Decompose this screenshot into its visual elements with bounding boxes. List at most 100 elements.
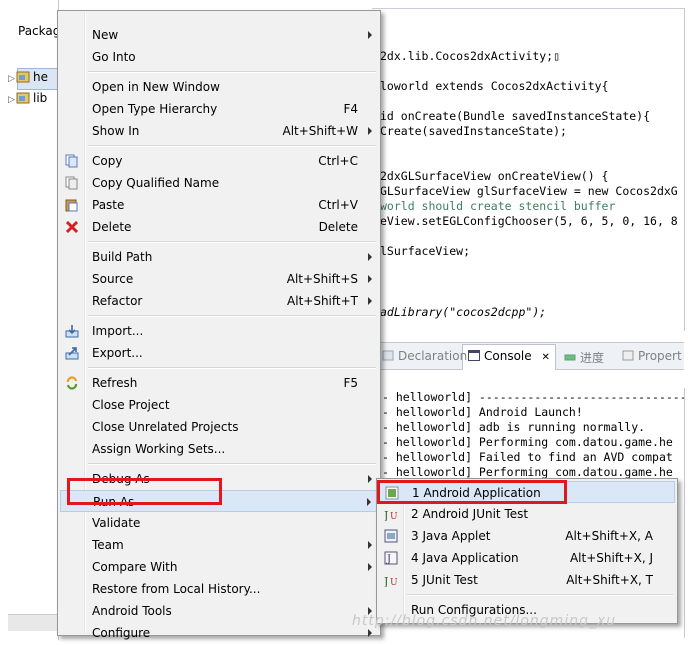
menu-item-source[interactable]: Source Alt+Shift+S [60,268,378,290]
menu-item-paste[interactable]: Paste Ctrl+V [60,194,378,216]
svg-text:J: J [384,509,388,521]
menu-item-copy-qualified-name[interactable]: Copy Qualified Name [60,172,378,194]
declaration-icon [382,350,394,361]
tree-item-label: lib [33,91,48,105]
menu-item-label: Import... [92,324,144,338]
menu-item-team[interactable]: Team [60,534,378,556]
menu-separator [88,71,376,73]
paste-icon [65,198,79,212]
menu-item-label: Open in New Window [92,80,220,94]
code-line: Create(savedInstanceState); [380,124,567,138]
menu-item-import[interactable]: Import... [60,320,378,342]
menu-item-label: Compare With [92,560,178,574]
menu-item-refactor[interactable]: Refactor Alt+Shift+T [60,290,378,312]
menu-item-delete[interactable]: Delete Delete [60,216,378,238]
submenu-item-label: 3 Java Applet [411,529,491,543]
console-line: - helloworld] --------------------------… [382,390,685,404]
menu-item-build-path[interactable]: Build Path [60,246,378,268]
package-explorer-title: Packag [18,24,61,38]
code-line: 2dxGLSurfaceView onCreateView() { [380,169,609,183]
menu-separator [88,367,376,369]
console-line: - helloworld] adb is running normally. [382,420,646,434]
menu-item-label: Show In [92,124,140,138]
expand-arrow-icon[interactable]: ▷ [8,95,16,105]
views-tab-bar: Declaration Console ✕ 进度 Propert [372,342,684,370]
submenu-item-2-android-junit-test[interactable]: JU 2 Android JUnit Test [379,503,675,525]
tab-declaration[interactable]: Declaration [382,349,467,363]
code-line: loworld extends Cocos2dxActivity{ [380,79,609,93]
close-icon[interactable]: ✕ [541,352,549,363]
code-line: eView.setEGLConfigChooser(5, 6, 5, 0, 16… [380,214,678,228]
submenu-item-3-java-applet[interactable]: 3 Java Applet Alt+Shift+X, A [379,525,675,547]
menu-item-new[interactable]: New [60,24,378,46]
watermark: http://blog.csdn.net/longming_xu [352,613,617,629]
submenu-arrow-icon [368,31,372,39]
annotation-box-run-as [67,478,222,505]
code-editor[interactable]: 2dx.lib.Cocos2dxActivity;▯ loworld exten… [372,8,685,331]
horizontal-scrollbar[interactable] [8,614,58,631]
copy-qualified-icon [65,176,79,190]
menu-item-show-in[interactable]: Show In Alt+Shift+W [60,120,378,142]
project-icon [16,92,30,104]
tab-properties[interactable]: Propert [622,349,682,363]
refresh-icon [65,376,79,390]
menu-item-label: Team [92,538,124,552]
copy-icon [65,154,79,168]
tree-item-project[interactable]: ▷ he [8,70,48,84]
menu-item-copy[interactable]: Copy Ctrl+C [60,150,378,172]
menu-separator [88,315,376,317]
menu-item-shortcut: F4 [343,102,358,116]
menu-item-go-into[interactable]: Go Into [60,46,378,68]
console-icon [468,350,480,361]
tab-progress[interactable]: 进度 [564,349,604,366]
menu-item-assign-working-sets[interactable]: Assign Working Sets... [60,438,378,460]
menu-separator [88,241,376,243]
menu-item-shortcut: Ctrl+C [318,154,358,168]
menu-item-label: Copy [92,154,123,168]
tree-item-label: he [33,70,48,84]
menu-separator [88,463,376,465]
menu-item-label: Refresh [92,376,138,390]
menu-item-shortcut: F5 [343,376,358,390]
tab-console[interactable]: Console ✕ [468,349,550,363]
menu-item-label: Copy Qualified Name [92,176,220,190]
delete-icon [65,220,79,234]
menu-item-label: Configure [92,626,151,640]
menu-item-export[interactable]: Export... [60,342,378,364]
menu-item-label: Delete [92,220,132,234]
code-comment-line: world should create stencil buffer [380,199,616,213]
menu-item-configure[interactable]: Configure [60,622,378,644]
submenu-item-shortcut: Alt+Shift+X, A [565,529,653,543]
menu-item-open-in-new-window[interactable]: Open in New Window [60,76,378,98]
submenu-arrow-icon [368,629,372,637]
menu-item-label: Paste [92,198,125,212]
tree-item-library[interactable]: ▷ lib [8,91,47,105]
submenu-item-4-java-application[interactable]: J 4 Java Application Alt+Shift+X, J [379,547,675,569]
menu-item-shortcut: Alt+Shift+W [282,124,359,138]
menu-item-android-tools[interactable]: Android Tools [60,600,378,622]
annotation-box-android-application [377,480,567,504]
svg-text:U: U [390,512,398,521]
menu-item-label: New [92,28,119,42]
svg-text:U: U [390,578,398,587]
expand-arrow-icon[interactable]: ▷ [8,74,16,84]
submenu-item-5-junit-test[interactable]: JU 5 JUnit Test Alt+Shift+X, T [379,569,675,591]
junit-icon: JU [383,573,398,588]
menu-item-label: Close Project [92,398,170,412]
menu-item-close-project[interactable]: Close Project [60,394,378,416]
code-line: lSurfaceView; [380,244,471,258]
menu-item-restore-from-local-history[interactable]: Restore from Local History... [60,578,378,600]
export-icon [65,346,79,360]
menu-item-open-type-hierarchy[interactable]: Open Type Hierarchy F4 [60,98,378,120]
submenu-arrow-icon [368,541,372,549]
menu-item-close-unrelated-projects[interactable]: Close Unrelated Projects [60,416,378,438]
menu-item-validate[interactable]: Validate [60,512,378,534]
menu-item-refresh[interactable]: Refresh F5 [60,372,378,394]
submenu-item-shortcut: Alt+Shift+X, J [569,551,653,565]
submenu-item-label: 2 Android JUnit Test [411,507,529,521]
code-line: 2dx.lib.Cocos2dxActivity;▯ [380,49,561,63]
menu-item-label: Refactor [92,294,143,308]
menu-item-compare-with[interactable]: Compare With [60,556,378,578]
submenu-item-label: 5 JUnit Test [411,573,478,587]
submenu-arrow-icon [368,475,372,483]
